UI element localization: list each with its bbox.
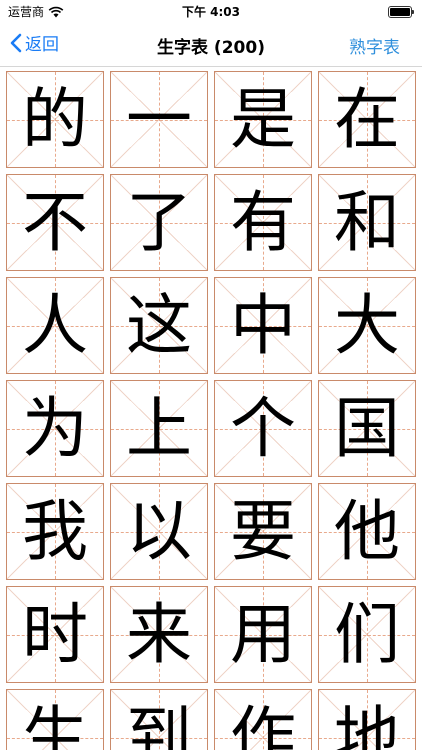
character-cell[interactable]: 地 [318,689,416,750]
status-time: 下午 4:03 [181,5,241,19]
character-glyph: 了 [126,183,192,261]
character-glyph: 不 [22,183,88,261]
character-cell[interactable]: 这 [110,277,208,374]
character-cell[interactable]: 了 [110,174,208,271]
character-cell[interactable]: 生 [6,689,104,750]
character-glyph: 在 [334,80,400,158]
character-cell[interactable]: 人 [6,277,104,374]
character-cell[interactable]: 要 [214,483,312,580]
character-grid-scroll[interactable]: 的一是在不了有和人这中大为上个国我以要他时来用们生到作地 [0,67,422,750]
character-cell[interactable]: 们 [318,586,416,683]
character-glyph: 这 [126,286,192,364]
character-glyph: 大 [334,286,400,364]
character-cell[interactable]: 和 [318,174,416,271]
character-glyph: 来 [126,595,192,673]
character-cell[interactable]: 作 [214,689,312,750]
character-glyph: 是 [230,80,296,158]
character-cell[interactable]: 在 [318,71,416,168]
character-cell[interactable]: 中 [214,277,312,374]
character-glyph: 我 [22,492,88,570]
character-cell[interactable]: 上 [110,380,208,477]
character-glyph: 地 [334,698,400,750]
character-cell[interactable]: 我 [6,483,104,580]
character-cell[interactable]: 不 [6,174,104,271]
character-cell[interactable]: 的 [6,71,104,168]
character-glyph: 们 [334,595,400,673]
character-glyph: 有 [230,183,296,261]
character-glyph: 到 [126,698,192,750]
known-characters-button[interactable]: 熟字表 [349,33,400,58]
character-cell[interactable]: 他 [318,483,416,580]
character-glyph: 要 [230,492,296,570]
character-glyph: 作 [230,698,296,750]
character-cell[interactable]: 到 [110,689,208,750]
status-bar: 运营商 下午 4:03 [0,0,422,22]
character-cell[interactable]: 一 [110,71,208,168]
navigation-bar: 返回 生字表 (200) 熟字表 [0,22,422,67]
character-glyph: 他 [334,492,400,570]
character-glyph: 一 [126,80,192,158]
character-glyph: 和 [334,183,400,261]
character-cell[interactable]: 有 [214,174,312,271]
character-glyph: 个 [230,389,296,467]
character-glyph: 生 [22,698,88,750]
character-cell[interactable]: 时 [6,586,104,683]
character-glyph: 为 [22,389,88,467]
character-glyph: 时 [22,595,88,673]
character-cell[interactable]: 用 [214,586,312,683]
character-glyph: 以 [126,492,192,570]
character-cell[interactable]: 国 [318,380,416,477]
character-grid: 的一是在不了有和人这中大为上个国我以要他时来用们生到作地 [6,71,416,750]
character-glyph: 国 [334,389,400,467]
character-glyph: 用 [230,595,296,673]
character-cell[interactable]: 以 [110,483,208,580]
character-glyph: 的 [22,80,88,158]
character-cell[interactable]: 是 [214,71,312,168]
character-cell[interactable]: 大 [318,277,416,374]
battery-icon [388,6,414,18]
character-glyph: 中 [230,286,296,364]
character-cell[interactable]: 来 [110,586,208,683]
character-glyph: 上 [126,389,192,467]
character-cell[interactable]: 个 [214,380,312,477]
character-glyph: 人 [22,286,88,364]
character-cell[interactable]: 为 [6,380,104,477]
